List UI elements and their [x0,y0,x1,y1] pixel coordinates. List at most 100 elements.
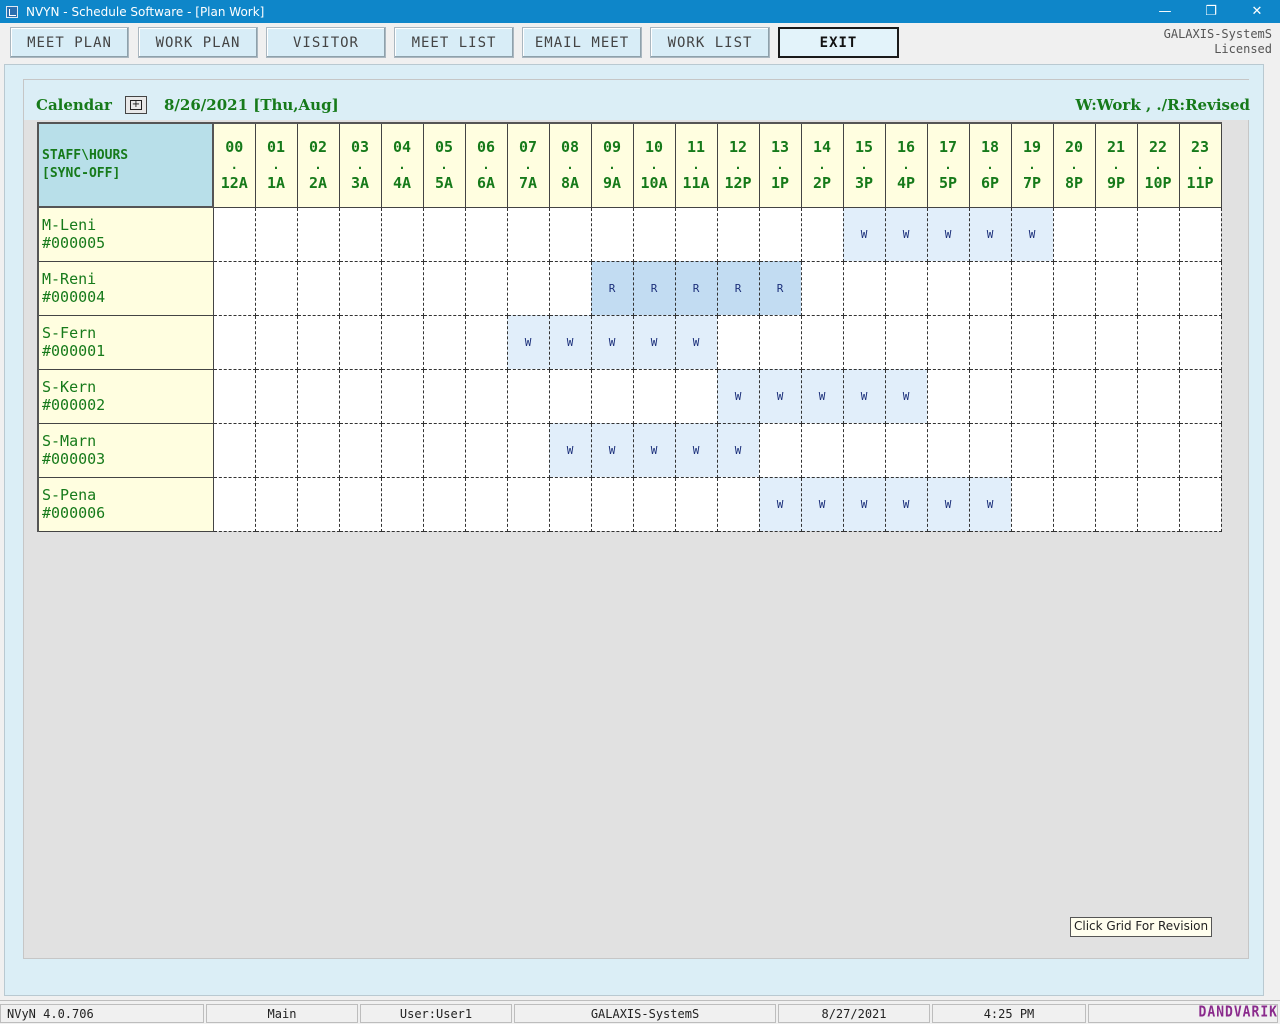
email-meet-button[interactable]: EMAIL MEET [522,27,642,58]
schedule-slot[interactable]: W [969,207,1012,262]
schedule-slot[interactable] [423,315,466,370]
schedule-slot[interactable]: R [675,261,718,316]
schedule-slot[interactable] [633,477,676,532]
schedule-slot[interactable] [1095,261,1138,316]
schedule-slot[interactable] [675,477,718,532]
schedule-slot[interactable]: W [885,369,928,424]
schedule-slot[interactable] [1095,423,1138,478]
schedule-slot[interactable] [255,207,298,262]
schedule-slot[interactable]: W [843,477,886,532]
schedule-slot[interactable] [465,207,508,262]
schedule-slot[interactable] [801,261,844,316]
schedule-slot[interactable] [675,207,718,262]
schedule-slot[interactable] [381,207,424,262]
schedule-slot[interactable] [423,369,466,424]
schedule-slot[interactable] [717,477,760,532]
schedule-slot[interactable] [423,207,466,262]
schedule-slot[interactable] [1179,261,1222,316]
schedule-slot[interactable] [1137,477,1180,532]
schedule-slot[interactable] [927,261,970,316]
schedule-slot[interactable]: W [843,207,886,262]
schedule-slot[interactable] [1179,423,1222,478]
schedule-slot[interactable] [381,369,424,424]
schedule-slot[interactable] [381,423,424,478]
staff-cell[interactable]: S-Marn #000003 [37,423,214,478]
schedule-slot[interactable] [1137,207,1180,262]
schedule-slot[interactable] [717,315,760,370]
schedule-slot[interactable] [927,315,970,370]
staff-cell[interactable]: M-Reni #000004 [37,261,214,316]
schedule-slot[interactable]: W [927,477,970,532]
schedule-slot[interactable] [1095,477,1138,532]
schedule-slot[interactable] [1011,369,1054,424]
schedule-slot[interactable] [675,369,718,424]
schedule-slot[interactable] [297,477,340,532]
schedule-slot[interactable]: R [591,261,634,316]
schedule-slot[interactable] [843,261,886,316]
schedule-slot[interactable]: R [717,261,760,316]
schedule-slot[interactable] [507,423,550,478]
schedule-slot[interactable] [213,315,256,370]
schedule-slot[interactable]: W [969,477,1012,532]
schedule-slot[interactable] [213,369,256,424]
schedule-slot[interactable] [339,369,382,424]
schedule-slot[interactable] [213,261,256,316]
schedule-slot[interactable]: W [675,423,718,478]
work-list-button[interactable]: WORK LIST [650,27,770,58]
schedule-slot[interactable] [633,207,676,262]
schedule-slot[interactable] [927,423,970,478]
schedule-slot[interactable] [213,477,256,532]
schedule-slot[interactable] [801,315,844,370]
schedule-slot[interactable] [759,315,802,370]
schedule-slot[interactable] [213,423,256,478]
schedule-slot[interactable] [339,207,382,262]
schedule-slot[interactable]: W [885,477,928,532]
schedule-slot[interactable] [465,315,508,370]
schedule-slot[interactable] [927,369,970,424]
schedule-slot[interactable] [1053,207,1096,262]
schedule-slot[interactable]: W [885,207,928,262]
staff-cell[interactable]: S-Kern #000002 [37,369,214,424]
schedule-slot[interactable]: W [717,423,760,478]
schedule-slot[interactable]: W [633,315,676,370]
schedule-slot[interactable] [423,477,466,532]
schedule-slot[interactable] [885,423,928,478]
schedule-slot[interactable] [1053,477,1096,532]
restore-icon[interactable]: ❐ [1188,0,1234,23]
schedule-slot[interactable]: W [591,423,634,478]
schedule-slot[interactable] [507,369,550,424]
schedule-slot[interactable] [591,477,634,532]
schedule-slot[interactable]: W [843,369,886,424]
schedule-slot[interactable] [969,369,1012,424]
schedule-slot[interactable] [255,423,298,478]
schedule-slot[interactable] [1179,369,1222,424]
schedule-slot[interactable] [381,261,424,316]
schedule-slot[interactable] [633,369,676,424]
schedule-slot[interactable] [381,477,424,532]
schedule-slot[interactable] [465,477,508,532]
schedule-slot[interactable] [759,207,802,262]
schedule-slot[interactable] [465,261,508,316]
schedule-slot[interactable] [1011,261,1054,316]
minimize-icon[interactable]: — [1142,0,1188,23]
schedule-slot[interactable] [507,477,550,532]
schedule-slot[interactable] [1095,315,1138,370]
schedule-slot[interactable] [255,477,298,532]
schedule-slot[interactable] [297,369,340,424]
schedule-slot[interactable] [885,315,928,370]
schedule-slot[interactable] [801,423,844,478]
schedule-slot[interactable] [843,315,886,370]
exit-button[interactable]: EXIT [778,27,899,58]
schedule-slot[interactable] [1137,369,1180,424]
schedule-slot[interactable] [1137,261,1180,316]
schedule-slot[interactable] [1137,423,1180,478]
schedule-slot[interactable] [885,261,928,316]
schedule-slot[interactable] [1179,477,1222,532]
schedule-slot[interactable] [339,261,382,316]
meet-list-button[interactable]: MEET LIST [394,27,514,58]
schedule-slot[interactable] [591,369,634,424]
schedule-slot[interactable] [381,315,424,370]
schedule-slot[interactable] [549,369,592,424]
schedule-slot[interactable] [1053,423,1096,478]
schedule-slot[interactable] [759,423,802,478]
